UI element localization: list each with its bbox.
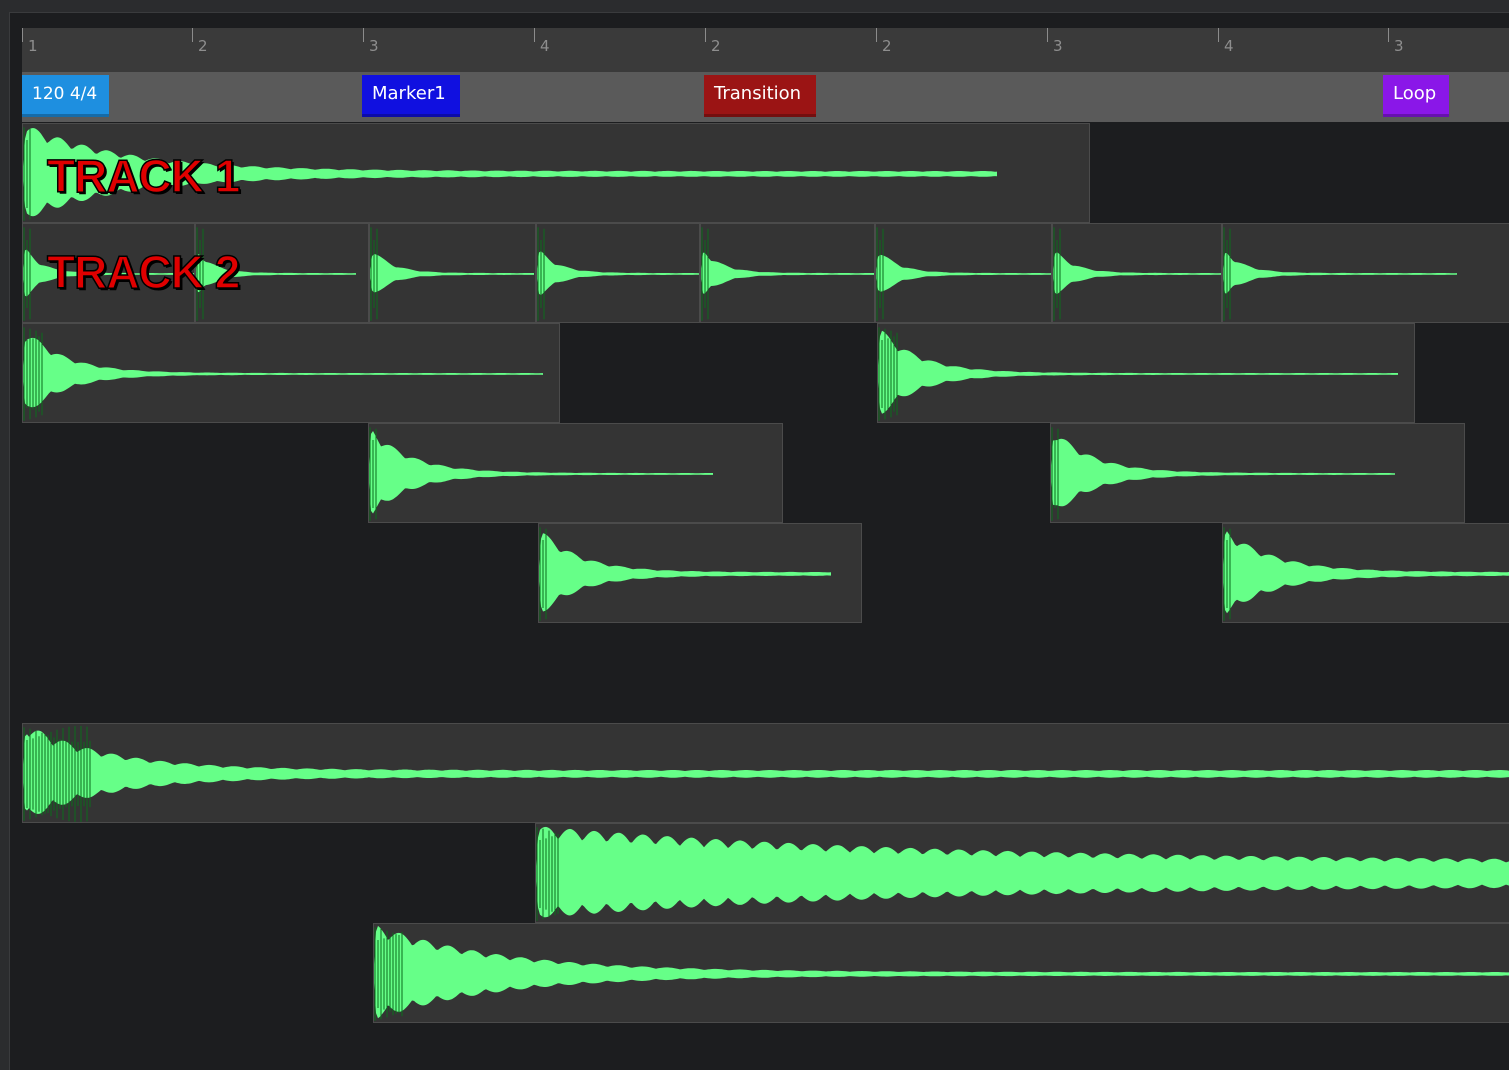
waveform-shape (536, 826, 1509, 918)
audio-clip[interactable] (369, 223, 536, 323)
waveform (1223, 527, 1509, 621)
waveform-shape (1053, 252, 1221, 295)
timeline-panel: 1 2 3 4 2 2 3 4 3 120 4/4 Marker1 Transi… (9, 12, 1509, 1070)
waveform-shape (374, 925, 1509, 1019)
waveform-shape (370, 253, 534, 293)
waveform (23, 327, 543, 421)
waveform (701, 227, 874, 321)
waveform (1223, 227, 1457, 321)
waveform (1053, 227, 1221, 321)
waveform (1051, 427, 1395, 521)
waveform-shape (1223, 252, 1457, 294)
audio-clip[interactable] (22, 323, 560, 423)
track-1-label: TRACK 1 (46, 149, 241, 203)
track-2-label: TRACK 2 (46, 245, 241, 299)
audio-clip[interactable] (1052, 223, 1222, 323)
waveform (539, 527, 831, 621)
waveform (536, 826, 1509, 921)
audio-clip[interactable] (368, 423, 783, 523)
waveform-shape (369, 431, 713, 514)
audio-clip[interactable] (535, 823, 1509, 923)
waveform (369, 427, 713, 521)
waveform-shape (23, 730, 1509, 814)
audio-clip[interactable] (1222, 523, 1509, 623)
audio-clip[interactable] (875, 223, 1052, 323)
waveform-shape (23, 337, 543, 408)
audio-clip[interactable] (1222, 223, 1509, 323)
waveform (23, 726, 1509, 822)
waveform-shape (539, 533, 831, 612)
audio-clip[interactable] (536, 223, 700, 323)
audio-clip[interactable] (877, 323, 1415, 423)
waveform-shape (537, 251, 699, 296)
waveform-shape (701, 252, 874, 294)
waveform (878, 327, 1398, 421)
audio-clip[interactable] (1050, 423, 1465, 523)
waveform (876, 227, 1051, 321)
waveform-shape (1223, 531, 1509, 614)
waveform (537, 227, 699, 321)
audio-clip[interactable] (700, 223, 875, 323)
waveform (374, 925, 1509, 1021)
audio-clip[interactable] (373, 923, 1509, 1023)
audio-clip[interactable] (538, 523, 862, 623)
waveform (370, 227, 534, 321)
waveform-shape (1051, 438, 1395, 507)
waveform-shape (876, 254, 1051, 292)
audio-clip[interactable] (22, 723, 1509, 823)
waveform-shape (878, 330, 1398, 414)
